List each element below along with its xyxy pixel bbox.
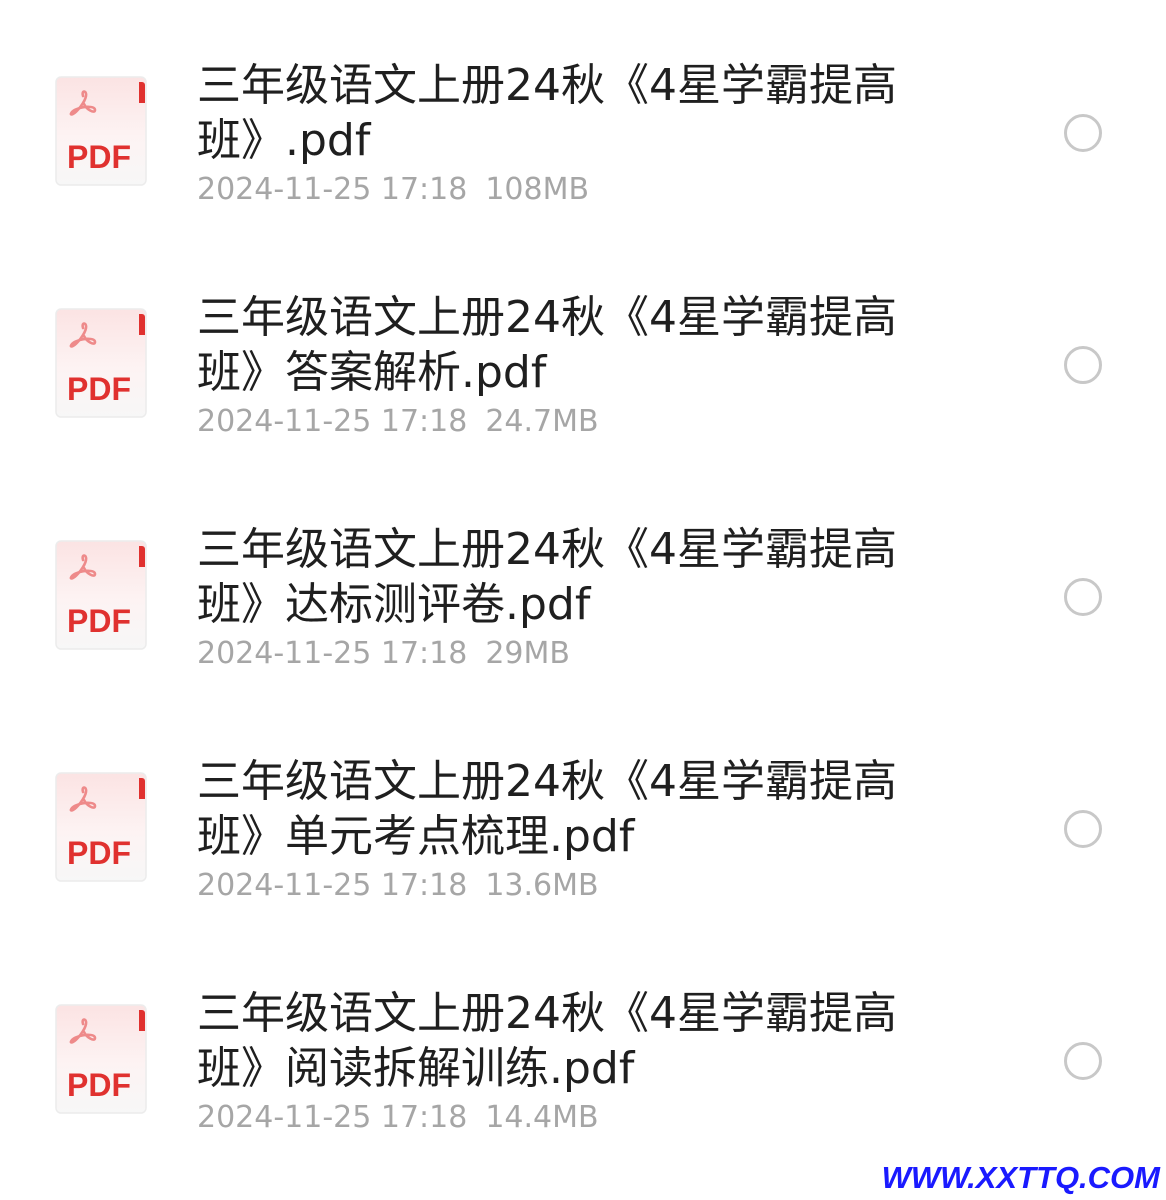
file-meta: 2024-11-25 17:18 29MB [197,636,570,672]
pdf-file-icon: PDF [55,308,147,418]
select-radio[interactable] [1064,578,1102,616]
file-meta: 2024-11-25 17:18 108MB [197,172,589,208]
file-name: 三年级语文上册24秋《4星学霸提高班》阅读拆解训练.pdf [197,988,897,1094]
pdf-icon-label: PDF [67,371,131,407]
pdf-file-icon: PDF [55,772,147,882]
pdf-icon-label: PDF [67,1067,131,1103]
select-radio[interactable] [1064,1042,1102,1080]
select-radio[interactable] [1064,346,1102,384]
file-name: 三年级语文上册24秋《4星学霸提高班》达标测评卷.pdf [197,524,897,630]
site-watermark: WWW.XXTTQ.COM [881,1160,1160,1195]
file-name: 三年级语文上册24秋《4星学霸提高班》答案解析.pdf [197,292,897,398]
file-list-item[interactable]: PDF 三年级语文上册24秋《4星学霸提高班》阅读拆解训练.pdf 2024-1… [0,928,1166,1160]
file-size: 29MB [485,636,570,671]
file-size: 13.6MB [485,868,599,903]
file-date: 2024-11-25 17:18 [197,636,468,671]
file-name: 三年级语文上册24秋《4星学霸提高班》单元考点梳理.pdf [197,756,897,862]
file-list-item[interactable]: PDF 三年级语文上册24秋《4星学霸提高班》单元考点梳理.pdf 2024-1… [0,696,1166,928]
file-list-item[interactable]: PDF 三年级语文上册24秋《4星学霸提高班》.pdf 2024-11-25 1… [0,0,1166,232]
pdf-icon-label: PDF [67,139,131,175]
file-name: 三年级语文上册24秋《4星学霸提高班》.pdf [197,60,897,166]
file-meta: 2024-11-25 17:18 24.7MB [197,404,599,440]
file-meta: 2024-11-25 17:18 14.4MB [197,1100,599,1136]
file-size: 24.7MB [485,404,599,439]
pdf-file-icon: PDF [55,1004,147,1114]
file-meta: 2024-11-25 17:18 13.6MB [197,868,599,904]
file-date: 2024-11-25 17:18 [197,868,468,903]
file-size: 108MB [485,172,590,207]
pdf-icon-label: PDF [67,835,131,871]
file-date: 2024-11-25 17:18 [197,172,468,207]
select-radio[interactable] [1064,114,1102,152]
file-list-item[interactable]: PDF 三年级语文上册24秋《4星学霸提高班》答案解析.pdf 2024-11-… [0,232,1166,464]
file-list-item[interactable]: PDF 三年级语文上册24秋《4星学霸提高班》达标测评卷.pdf 2024-11… [0,464,1166,696]
file-date: 2024-11-25 17:18 [197,1100,468,1135]
pdf-file-icon: PDF [55,76,147,186]
select-radio[interactable] [1064,810,1102,848]
file-date: 2024-11-25 17:18 [197,404,468,439]
pdf-file-icon: PDF [55,540,147,650]
pdf-icon-label: PDF [67,603,131,639]
file-size: 14.4MB [485,1100,599,1135]
